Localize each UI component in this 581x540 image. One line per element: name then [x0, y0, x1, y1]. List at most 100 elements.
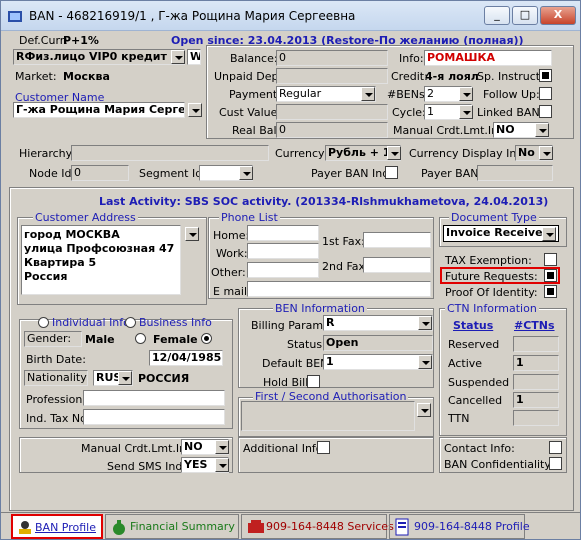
tab-financial-summary[interactable]: Financial Summary	[105, 514, 239, 539]
ban-confidentiality-checkbox[interactable]	[549, 457, 562, 470]
sp-instruct-label: Sp. Instruct:	[477, 70, 544, 83]
work-phone-field[interactable]	[247, 243, 319, 259]
ben-info-title: BEN Information	[273, 302, 367, 315]
customer-name-field[interactable]: Г-жа Рощина Мария Сергеевн	[13, 102, 185, 118]
cycle-label: Cycle:	[392, 106, 426, 119]
node-id-field: 0	[71, 165, 129, 181]
customer-address-field[interactable]: город МОСКВА улица Профсоюзная 47 Кварти…	[21, 225, 181, 295]
tab-label: BAN Profile	[35, 521, 96, 534]
additional-info-checkbox[interactable]	[317, 441, 330, 454]
customer-name-dropdown[interactable]	[188, 103, 202, 117]
other-phone-field[interactable]	[247, 262, 319, 278]
ind-tax-no-field[interactable]	[83, 409, 225, 425]
address-line: Квартира 5	[24, 256, 97, 269]
money-bag-icon	[113, 520, 125, 535]
nationality-dropdown[interactable]	[118, 371, 132, 385]
cust-value-label: Cust Value:	[219, 106, 282, 119]
default-ben-label: Default BEN:	[262, 357, 333, 370]
ban-profile-icon	[19, 521, 31, 534]
address-line: Россия	[24, 270, 68, 283]
manual-crdt-dropdown[interactable]	[535, 123, 549, 137]
fax1-field[interactable]	[363, 232, 431, 248]
segment-id-label: Segment Id:	[139, 167, 206, 180]
ctn-count	[513, 410, 559, 426]
tab-ctn-profile[interactable]: 909-164-8448 Profile	[389, 514, 530, 539]
document-type-title: Document Type	[449, 211, 539, 224]
close-button[interactable]: X	[540, 6, 576, 25]
def-curr-value: P+1%	[63, 34, 99, 47]
future-requests-checkbox[interactable]	[544, 269, 557, 282]
maximize-button[interactable]: □	[512, 6, 538, 25]
gender-male-radio[interactable]	[135, 333, 146, 344]
real-bal-field: 0	[276, 122, 388, 138]
segment-id-dropdown[interactable]	[239, 166, 253, 180]
birth-date-field[interactable]: 12/04/1985	[149, 350, 223, 366]
currency-display-dropdown[interactable]	[539, 146, 553, 160]
ctn-status: TTN	[448, 412, 470, 425]
sp-instruct-checkbox[interactable]	[539, 69, 552, 82]
window-title: BAN - 468216919/1 , Г-жа Рощина Мария Се…	[29, 9, 356, 23]
node-id-label: Node Id:	[29, 167, 76, 180]
credit-value: 4-я лоял	[425, 70, 479, 83]
home-phone-field[interactable]	[247, 225, 319, 241]
ban-confidentiality-label: BAN Confidentiality:	[444, 458, 554, 471]
home-phone-label: Home:	[213, 229, 250, 242]
tab-label: Financial Summary	[130, 520, 235, 533]
ctn-count	[513, 336, 559, 352]
send-sms-label: Send SMS Ind:	[107, 460, 187, 473]
unpaid-field	[276, 68, 388, 84]
billing-params-field[interactable]: R	[323, 315, 433, 331]
individual-info-label: Individual Info	[52, 316, 130, 329]
document-type-dropdown[interactable]	[542, 227, 556, 241]
manual-crdt-label: Manual Crdt.Lmt.Ind:	[393, 124, 509, 137]
document-icon	[395, 518, 409, 536]
tax-exemption-checkbox[interactable]	[544, 253, 557, 266]
gender-female-radio[interactable]	[201, 333, 212, 344]
nationality-name: РОССИЯ	[138, 372, 190, 385]
currency-dropdown[interactable]	[387, 146, 401, 160]
ben-status-label: Status:	[287, 338, 326, 351]
profession-field[interactable]	[83, 390, 225, 406]
default-ben-dropdown[interactable]	[418, 355, 432, 369]
contact-info-label: Contact Info:	[444, 442, 515, 455]
send-sms-dropdown[interactable]	[215, 458, 229, 472]
bens-dropdown[interactable]	[459, 87, 473, 101]
tab-label: 909-164-8448 Services	[266, 520, 394, 533]
fax2-field[interactable]	[363, 257, 431, 273]
payer-ban-ind-checkbox[interactable]	[385, 166, 398, 179]
tab-services[interactable]: 909-164-8448 Services	[241, 514, 394, 539]
account-type-dropdown[interactable]	[171, 50, 185, 64]
proof-identity-checkbox[interactable]	[544, 285, 557, 298]
individual-info-radio[interactable]	[38, 317, 49, 328]
bottom-manual-crdt-dropdown[interactable]	[215, 440, 229, 454]
credit-label: Credit:	[391, 70, 428, 83]
info-label: Info:	[399, 52, 424, 65]
ctn-status: Cancelled	[448, 394, 503, 407]
tab-ban-profile[interactable]: BAN Profile	[11, 514, 103, 539]
email-field[interactable]	[247, 281, 431, 297]
minimize-button[interactable]: _	[484, 6, 510, 25]
business-info-radio[interactable]	[125, 317, 136, 328]
address-line: город МОСКВА	[24, 228, 120, 241]
cycle-dropdown[interactable]	[459, 105, 473, 119]
account-type-field[interactable]: RФиз.лицо VIP0 кредит	[13, 49, 185, 65]
follow-up-checkbox[interactable]	[539, 87, 552, 100]
profession-label: Profession:	[26, 393, 87, 406]
other-phone-label: Other:	[211, 266, 246, 279]
authorisation-field[interactable]	[241, 401, 415, 431]
contact-info-checkbox[interactable]	[549, 441, 562, 454]
default-ben-field[interactable]: 1	[323, 354, 433, 370]
billing-params-dropdown[interactable]	[418, 316, 432, 330]
info-field[interactable]: РОМАШКА	[424, 50, 552, 66]
customer-address-dropdown[interactable]	[185, 227, 199, 241]
account-type-flag: W	[187, 49, 201, 65]
payment-dropdown[interactable]	[361, 87, 375, 101]
proof-identity-label: Proof Of Identity:	[445, 286, 538, 299]
linked-ban-checkbox[interactable]	[539, 105, 552, 118]
authorisation-dropdown[interactable]	[417, 403, 431, 417]
app-icon	[8, 11, 22, 22]
birth-date-label: Birth Date:	[26, 353, 86, 366]
future-requests-label: Future Requests:	[445, 270, 538, 283]
bottom-manual-crdt-label: Manual Crdt.Lmt.Ind:	[81, 442, 197, 455]
hold-bill-checkbox[interactable]	[307, 375, 320, 388]
